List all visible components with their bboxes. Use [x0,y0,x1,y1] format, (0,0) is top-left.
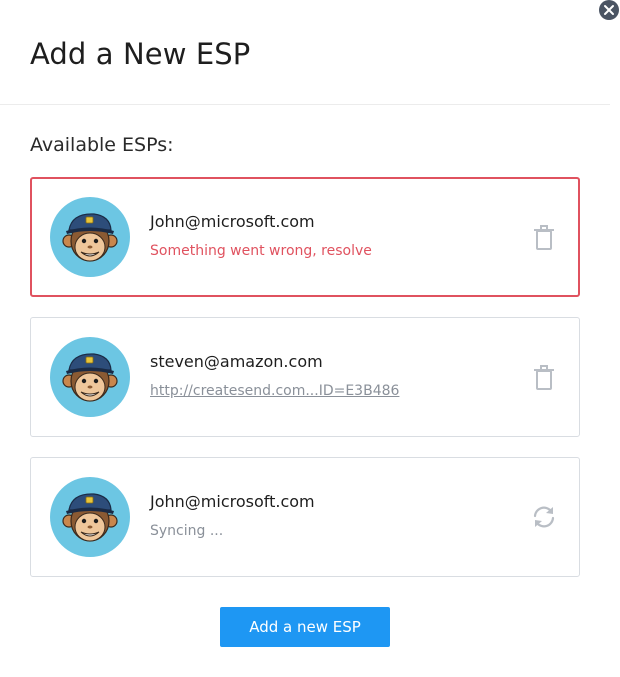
esp-email: John@microsoft.com [150,492,315,511]
trash-icon[interactable] [529,222,559,252]
dialog-title: Add a New ESP [30,37,251,71]
esp-email: steven@amazon.com [150,352,323,371]
add-new-esp-button[interactable]: Add a new ESP [220,607,390,647]
esp-list: John@microsoft.com Something went wrong,… [30,177,580,597]
esp-sync-status: Syncing ... [150,523,224,539]
esp-email: John@microsoft.com [150,212,315,231]
esp-error-status-link[interactable]: Something went wrong, resolve [150,241,372,261]
esp-card[interactable]: John@microsoft.com Syncing ... [30,457,580,577]
trash-icon[interactable] [529,362,559,392]
esp-card[interactable]: steven@amazon.com http://createsend.com.… [30,317,580,437]
close-button[interactable] [599,0,619,20]
esp-card[interactable]: John@microsoft.com Something went wrong,… [30,177,580,297]
mailchimp-monkey-avatar [50,477,130,557]
mailchimp-monkey-avatar [50,337,130,417]
mailchimp-monkey-avatar [50,197,130,277]
close-icon [604,5,614,15]
section-label: Available ESPs: [30,134,174,156]
sync-icon[interactable] [529,502,559,532]
header-divider [0,104,610,105]
esp-url-link[interactable]: http://createsend.com...ID=E3B486 [150,381,399,401]
